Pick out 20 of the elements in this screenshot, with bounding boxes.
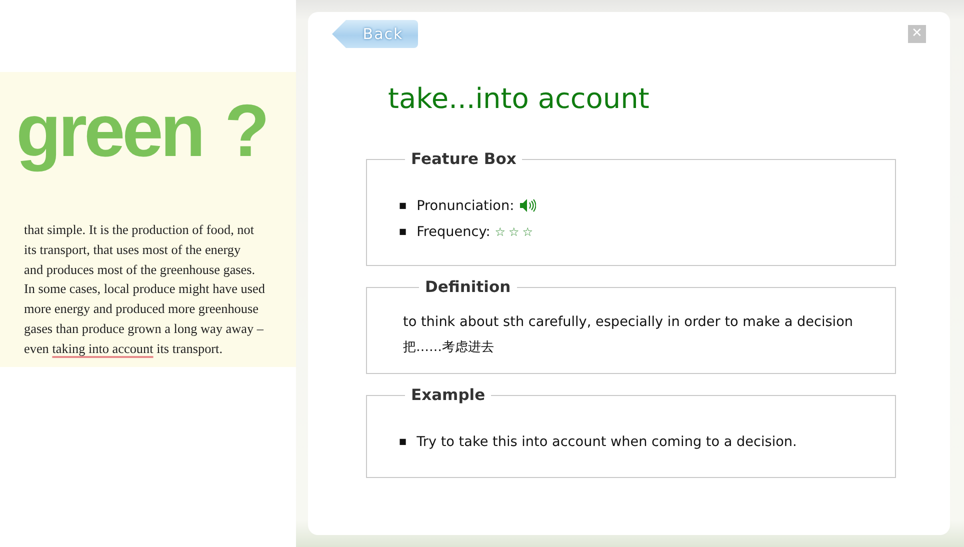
speaker-icon[interactable] <box>518 198 536 214</box>
star-icon: ☆ <box>494 225 506 240</box>
star-icon: ☆ <box>522 225 534 240</box>
definition-text: to think about sth carefully, especially in order to make a decision <box>403 313 854 332</box>
back-button[interactable]: Back <box>332 20 418 48</box>
translation-text: 把……考虑进去 <box>403 339 495 358</box>
example-sentence: Try to take this into account when coming to a decision. <box>416 434 797 450</box>
pronunciation-label: Pronunciation: <box>416 198 514 214</box>
section-legend: Definition <box>419 280 517 296</box>
bullet-mark: ■ <box>399 227 407 236</box>
frequency-label: Frequency: <box>416 224 490 240</box>
question-mark: ? <box>224 94 267 168</box>
bullet-mark: ■ <box>399 201 407 210</box>
bullet-mark: ■ <box>399 437 407 446</box>
term-title: take...into account <box>388 82 650 116</box>
section-legend: Example <box>405 388 492 404</box>
book-paragraph: that simple. It is the production of food, not its transport, that uses most of the energy and produces most of the greenhouse gases. In some cases, local produce might have used more energy and produced more greenhouse gases than produce grown a long way away – even taking into account its transport. <box>23 221 266 358</box>
star-icon: ☆ <box>508 225 520 240</box>
section-legend: Feature Box <box>405 152 522 168</box>
close-button[interactable]: ✕ <box>908 25 926 43</box>
